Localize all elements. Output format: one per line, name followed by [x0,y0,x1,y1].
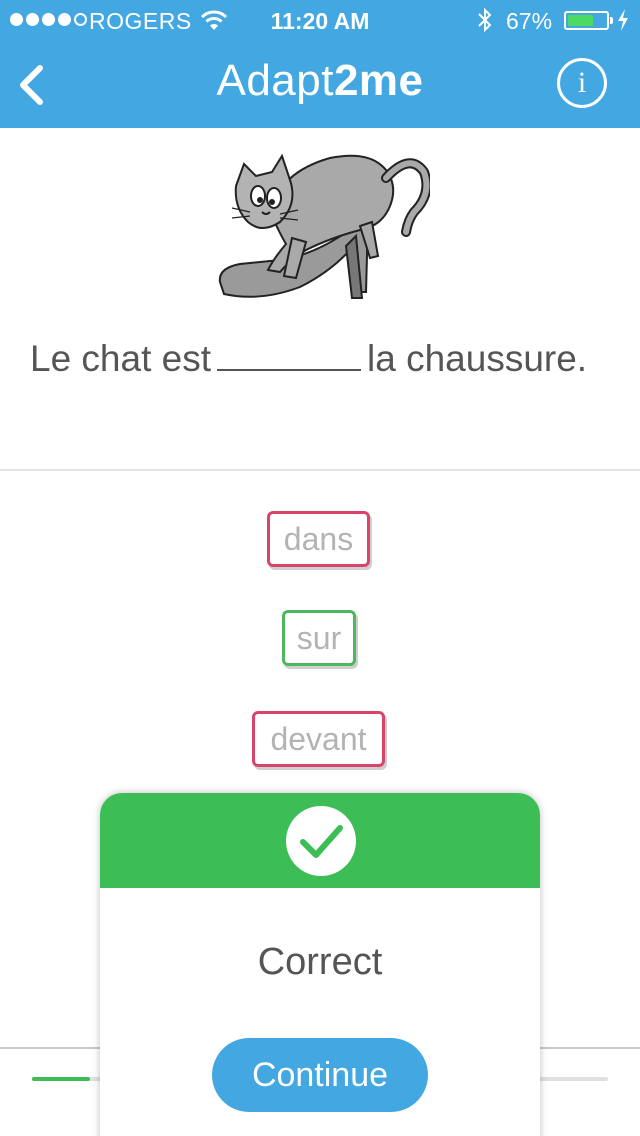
check-icon [286,806,356,876]
result-dialog: Correct Continue [100,793,540,1136]
divider [0,469,640,471]
cat-on-shoe-illustration [218,153,430,299]
app-title-suffix: 2me [333,56,424,105]
battery-icon [564,11,613,30]
answer-blank [217,341,362,371]
result-dialog-header [100,793,540,888]
question-after: la chaussure. [367,338,588,379]
option-dans[interactable]: dans [267,511,370,567]
app-header: ROGERS 11:20 AM 67% Adapt2me i [0,0,640,128]
bluetooth-icon [478,7,492,33]
battery-percent: 67% [506,8,553,34]
app-title: Adapt2me [0,56,640,106]
option-sur[interactable]: sur [282,610,356,666]
status-bar: ROGERS 11:20 AM 67% [0,0,640,40]
result-text: Correct [257,941,383,983]
lesson-progress-fill [32,1077,90,1081]
charging-bolt-icon [618,9,628,31]
continue-button[interactable]: Continue [212,1038,428,1112]
question-before: Le chat est [30,338,212,379]
question-sentence: Le chat est la chaussure. [30,338,587,380]
option-devant[interactable]: devant [252,711,385,767]
app-title-prefix: Adapt [216,56,334,105]
info-button[interactable]: i [557,58,607,108]
